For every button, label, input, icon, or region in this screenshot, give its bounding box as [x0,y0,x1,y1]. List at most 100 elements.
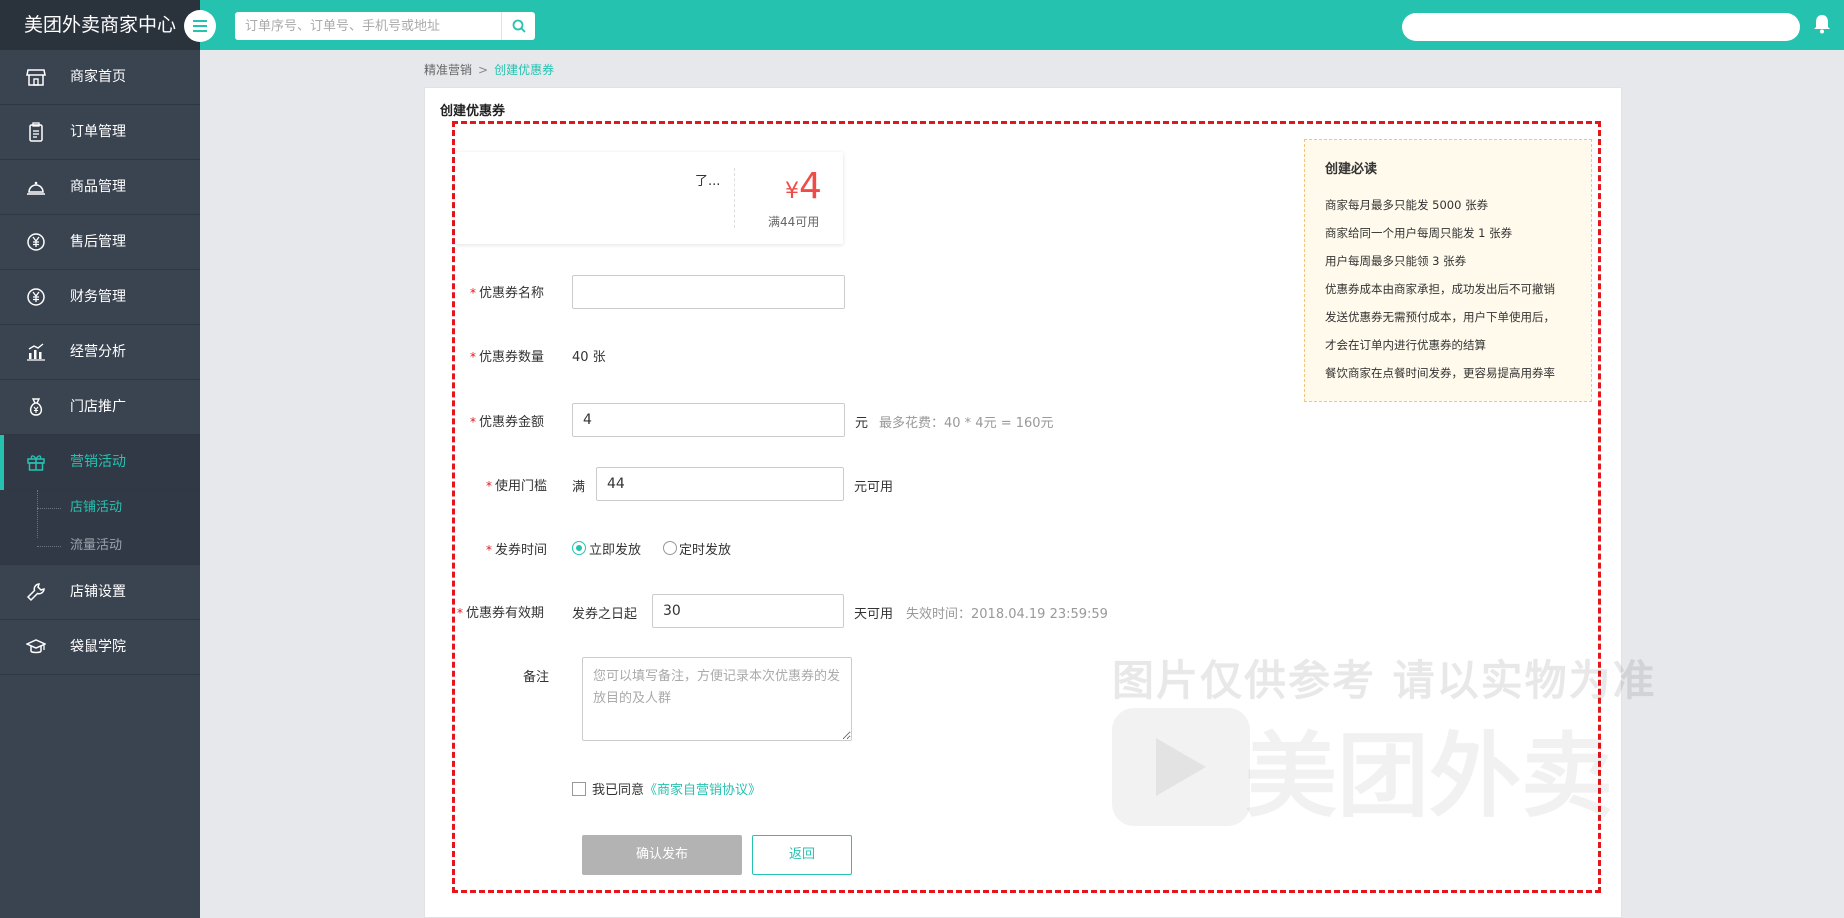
notice-box: 创建必读 商家每月最多只能发 5000 张券 商家给同一个用户每周只能发 1 张… [1304,139,1592,402]
gift-icon [27,455,45,471]
validity-suffix: 天可用 [854,607,894,622]
top-bar: 美团外卖商家中心 [0,0,1844,50]
back-button[interactable]: 返回 [752,835,852,875]
coupon-amount-unit: 元 [855,416,869,431]
sidebar-item-label: 营销活动 [70,454,126,470]
required-mark: * [470,286,476,300]
agreement-label: 我已同意 [592,783,645,798]
coupon-divider [734,168,735,228]
radio-immediate-label[interactable]: 立即发放 [589,539,641,558]
watermark-logo [1112,708,1250,826]
coupon-preview-card: 了... ¥4 满44可用 [455,152,843,244]
validity-days-input[interactable] [652,594,844,628]
clipboard-icon [29,122,43,142]
yen-circle-icon [27,288,45,306]
cloche-icon [27,181,45,195]
sidebar-item-label: 财务管理 [70,289,126,305]
coupon-currency: ¥ [785,179,799,204]
radio-scheduled-label[interactable]: 定时发放 [679,539,731,558]
search-input[interactable] [235,12,500,40]
sidebar-item-label: 经营分析 [70,344,126,360]
sidebar-item-store-settings[interactable]: 店铺设置 [0,565,200,620]
sidebar-item-orders[interactable]: 订单管理 [0,105,200,160]
radio-immediate[interactable] [572,541,586,555]
sidebar-item-products[interactable]: 商品管理 [0,160,200,215]
sidebar-item-label: 订单管理 [70,124,126,140]
coupon-condition: 满44可用 [768,215,820,229]
storefront-icon [26,69,46,86]
submenu-item-store-activities[interactable]: 店铺活动 [37,493,200,523]
issue-time-label: * 发券时间 [486,539,547,558]
sidebar-item-home[interactable]: 商家首页 [0,50,200,105]
sidebar-item-academy[interactable]: 袋鼠学院 [0,620,200,675]
sidebar-item-after-sales[interactable]: 售后管理 [0,215,200,270]
search-box [235,12,535,40]
remark-textarea[interactable] [582,657,852,741]
validity-prefix: 发券之日起 [572,607,638,622]
agreement-link[interactable]: 《商家自营销协议》 [644,783,761,798]
coupon-name-input[interactable] [572,275,845,309]
graduation-cap-icon [26,639,46,654]
bar-chart-icon [27,343,45,361]
menu-toggle-button[interactable] [184,10,216,42]
coupon-amount: ¥4 [785,166,822,207]
expiry-time-hint: 失效时间：2018.04.19 23:59:59 [906,607,1108,622]
threshold-suffix: 元可用 [854,480,894,495]
store-selector[interactable] [1402,13,1800,41]
required-mark: * [486,479,492,493]
wrench-icon [26,583,45,602]
notice-title: 创建必读 [1325,162,1378,177]
search-button[interactable] [501,12,535,40]
breadcrumb: 精准营销 > 创建优惠券 [424,61,554,78]
bell-icon[interactable] [1813,14,1831,34]
required-mark: * [457,606,463,620]
sidebar-item-label: 商品管理 [70,179,126,195]
sidebar-item-promotion[interactable]: 门店推广 [0,380,200,435]
sidebar-item-label: 售后管理 [70,234,126,250]
breadcrumb-current: 创建优惠券 [494,63,555,77]
issue-time-label-text: 发券时间 [495,543,548,558]
threshold-label: * 使用门槛 [486,475,547,494]
search-icon [512,19,526,33]
coupon-name-label: * 优惠券名称 [470,282,544,301]
coupon-amount-label: * 优惠券金额 [470,411,544,430]
agreement-checkbox[interactable] [572,782,586,796]
notice-item: 商家每月最多只能发 5000 张券 [1325,198,1489,212]
coupon-shop-name: 了... [695,174,721,189]
notice-item: 商家给同一个用户每周只能发 1 张券 [1325,226,1513,240]
coupon-quantity-label: * 优惠券数量 [470,346,544,365]
coupon-amount-input[interactable] [572,403,845,437]
kangaroo-logo-icon [1156,738,1206,796]
remark-label: 备注 [523,670,550,685]
required-mark: * [470,415,476,429]
breadcrumb-parent[interactable]: 精准营销 [424,63,472,77]
coupon-amount-hint: 最多花费：40 * 4元 = 160元 [879,416,1054,431]
sidebar: 商家首页 订单管理 商品管理 售后管理 财务管理 经营分析 门店推广 营销活动 … [0,50,200,918]
required-mark: * [486,543,492,557]
sidebar-item-marketing[interactable]: 营销活动 [0,435,200,490]
marketing-submenu: 店铺活动 流量活动 [0,490,200,565]
app-title[interactable]: 美团外卖商家中心 [0,0,200,50]
coupon-quantity-value: 40 张 [572,350,606,365]
coupon-amount-label-text: 优惠券金额 [479,415,545,430]
agreement-text: 我已同意《商家自营销协议》 [592,779,761,798]
confirm-publish-button[interactable]: 确认发布 [582,835,742,875]
required-mark: * [470,350,476,364]
radio-scheduled[interactable] [663,541,677,555]
notice-item: 优惠券成本由商家承担，成功发出后不可撤销 [1325,282,1555,296]
submenu-item-traffic-activities[interactable]: 流量活动 [37,531,200,561]
notice-item: 用户每周最多只能领 3 张券 [1325,254,1467,268]
sidebar-item-label: 商家首页 [70,69,126,85]
threshold-input[interactable] [596,467,844,501]
sidebar-item-label: 袋鼠学院 [70,639,126,655]
coupon-amount-value: 4 [799,166,822,207]
sidebar-item-analytics[interactable]: 经营分析 [0,325,200,380]
notice-item: 餐饮商家在点餐时间发券，更容易提高用券率 [1325,366,1555,380]
validity-label-text: 优惠券有效期 [466,606,545,621]
breadcrumb-separator: > [478,63,489,77]
threshold-label-text: 使用门槛 [495,479,548,494]
money-bag-icon [29,398,43,416]
page-title: 创建优惠券 [440,104,506,119]
hamburger-icon [193,20,207,32]
sidebar-item-finance[interactable]: 财务管理 [0,270,200,325]
